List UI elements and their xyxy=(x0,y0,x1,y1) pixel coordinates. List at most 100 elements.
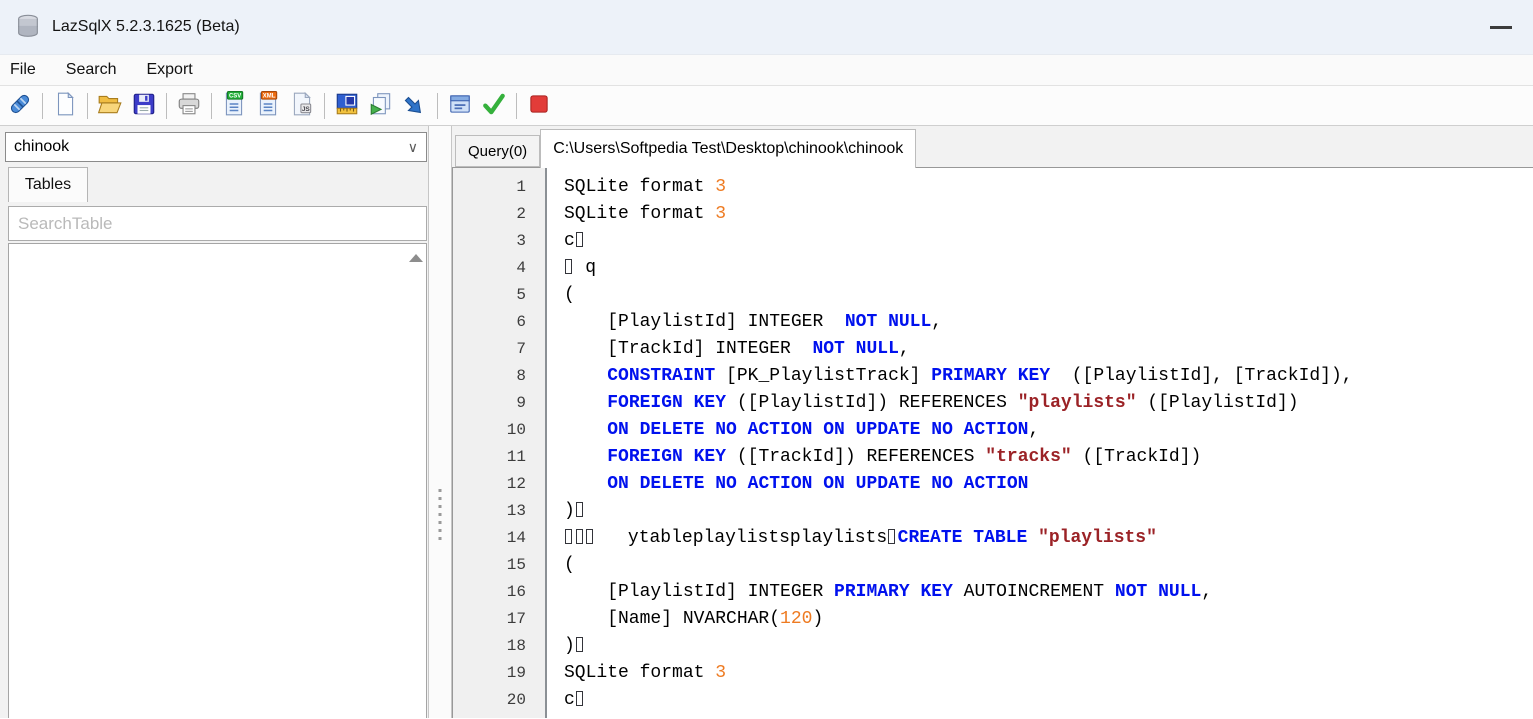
export-xml-icon: XML xyxy=(255,91,281,120)
tab-query[interactable]: Query(0) xyxy=(455,135,540,167)
line-number: 15 xyxy=(453,552,547,579)
titlebar: LazSqlX 5.2.3.1625 (Beta) xyxy=(0,0,1533,55)
toolbar-separator xyxy=(324,93,325,119)
code-line: 17 [Name] NVARCHAR(120) xyxy=(453,606,1533,633)
toolbar-separator xyxy=(516,93,517,119)
stop-button[interactable] xyxy=(522,90,556,122)
code-line: 4 q xyxy=(453,255,1533,282)
code-line: 20c xyxy=(453,687,1533,714)
sidebar: chinook ∨ Tables xyxy=(0,126,428,718)
print-button[interactable] xyxy=(172,90,206,122)
code-line: 21 xyxy=(453,714,1533,718)
control-char-box xyxy=(576,691,583,706)
line-number: 9 xyxy=(453,390,547,417)
panel-splitter[interactable] xyxy=(428,126,452,718)
svg-text:CSV: CSV xyxy=(229,94,241,100)
new-query-button[interactable] xyxy=(48,90,82,122)
editor-tabbar: Query(0) C:\Users\Softpedia Test\Desktop… xyxy=(452,126,1533,167)
control-char-box xyxy=(576,637,583,652)
main-area: chinook ∨ Tables Query(0) C:\Users\Softp… xyxy=(0,126,1533,718)
control-char-box xyxy=(888,529,895,544)
line-number: 19 xyxy=(453,660,547,687)
code-line: 5( xyxy=(453,282,1533,309)
line-number: 13 xyxy=(453,498,547,525)
code-line: 19SQLite format 3 xyxy=(453,660,1533,687)
code-line: 6 [PlaylistId] INTEGER NOT NULL, xyxy=(453,309,1533,336)
connect-icon xyxy=(7,91,33,120)
database-icon xyxy=(14,13,42,41)
code-line: 8 CONSTRAINT [PK_PlaylistTrack] PRIMARY … xyxy=(453,363,1533,390)
chevron-down-icon: ∨ xyxy=(408,139,418,156)
run-arrow-icon xyxy=(402,91,428,120)
code-line: 10 ON DELETE NO ACTION ON UPDATE NO ACTI… xyxy=(453,417,1533,444)
menu-file[interactable]: File xyxy=(0,55,51,85)
tab-file-path[interactable]: C:\Users\Softpedia Test\Desktop\chinook\… xyxy=(540,129,916,168)
sql-editor[interactable]: 1SQLite format 32SQLite format 33c4 q5(6… xyxy=(452,167,1533,718)
scroll-up-icon xyxy=(409,254,423,262)
tab-tables[interactable]: Tables xyxy=(8,167,88,202)
save-button[interactable] xyxy=(127,90,161,122)
line-number: 7 xyxy=(453,336,547,363)
line-number: 10 xyxy=(453,417,547,444)
code-line: 1SQLite format 3 xyxy=(453,174,1533,201)
toolbar-separator xyxy=(42,93,43,119)
line-number: 4 xyxy=(453,255,547,282)
form-window-icon xyxy=(447,91,473,120)
open-folder-icon xyxy=(97,91,123,120)
line-number: 20 xyxy=(453,687,547,714)
database-selector-value: chinook xyxy=(14,138,69,156)
code-line: 11 FOREIGN KEY ([TrackId]) REFERENCES "t… xyxy=(453,444,1533,471)
print-icon xyxy=(176,91,202,120)
line-number: 3 xyxy=(453,228,547,255)
splitter-grip-icon xyxy=(439,484,442,545)
code-line: 18) xyxy=(453,633,1533,660)
code-line: 7 [TrackId] INTEGER NOT NULL, xyxy=(453,336,1533,363)
search-table-input[interactable] xyxy=(8,206,427,241)
menu-export[interactable]: Export xyxy=(131,55,207,85)
editor-panel: Query(0) C:\Users\Softpedia Test\Desktop… xyxy=(452,126,1533,718)
line-number: 2 xyxy=(453,201,547,228)
form-view-button[interactable] xyxy=(443,90,477,122)
control-char-box xyxy=(576,529,583,544)
table-list-scrollbar[interactable] xyxy=(408,246,424,718)
code-line: 12 ON DELETE NO ACTION ON UPDATE NO ACTI… xyxy=(453,471,1533,498)
line-number: 5 xyxy=(453,282,547,309)
code-line: 9 FOREIGN KEY ([PlaylistId]) REFERENCES … xyxy=(453,390,1533,417)
line-number: 1 xyxy=(453,174,547,201)
line-number: 6 xyxy=(453,309,547,336)
line-number: 21 xyxy=(453,714,547,718)
save-icon xyxy=(131,91,157,120)
control-char-box xyxy=(586,529,593,544)
editor-content: 1SQLite format 32SQLite format 33c4 q5(6… xyxy=(453,168,1533,718)
export-json-button[interactable]: JS xyxy=(285,90,319,122)
connect-button[interactable] xyxy=(3,90,37,122)
line-number: 12 xyxy=(453,471,547,498)
line-number: 18 xyxy=(453,633,547,660)
save-design-button[interactable] xyxy=(330,90,364,122)
minimize-icon xyxy=(1490,26,1512,29)
menubar: File Search Export xyxy=(0,55,1533,86)
code-line: 3c xyxy=(453,228,1533,255)
export-json-icon: JS xyxy=(289,91,315,120)
menu-search[interactable]: Search xyxy=(51,55,132,85)
export-xml-button[interactable]: XML xyxy=(251,90,285,122)
line-number: 8 xyxy=(453,363,547,390)
toolbar-separator xyxy=(166,93,167,119)
minimize-button[interactable] xyxy=(1489,20,1513,34)
run-button[interactable] xyxy=(398,90,432,122)
code-line: 2SQLite format 3 xyxy=(453,201,1533,228)
new-file-icon xyxy=(52,91,78,120)
line-number: 16 xyxy=(453,579,547,606)
database-selector[interactable]: chinook ∨ xyxy=(5,132,427,162)
toolbar: CSV XML JS xyxy=(0,86,1533,126)
validate-button[interactable] xyxy=(477,90,511,122)
open-file-button[interactable] xyxy=(93,90,127,122)
design-ruler-icon xyxy=(334,91,360,120)
control-char-box xyxy=(565,259,572,274)
execute-script-button[interactable] xyxy=(364,90,398,122)
line-number: 11 xyxy=(453,444,547,471)
export-csv-button[interactable]: CSV xyxy=(217,90,251,122)
code-line: 16 [PlaylistId] INTEGER PRIMARY KEY AUTO… xyxy=(453,579,1533,606)
export-csv-icon: CSV xyxy=(221,91,247,120)
table-list[interactable] xyxy=(8,243,427,718)
